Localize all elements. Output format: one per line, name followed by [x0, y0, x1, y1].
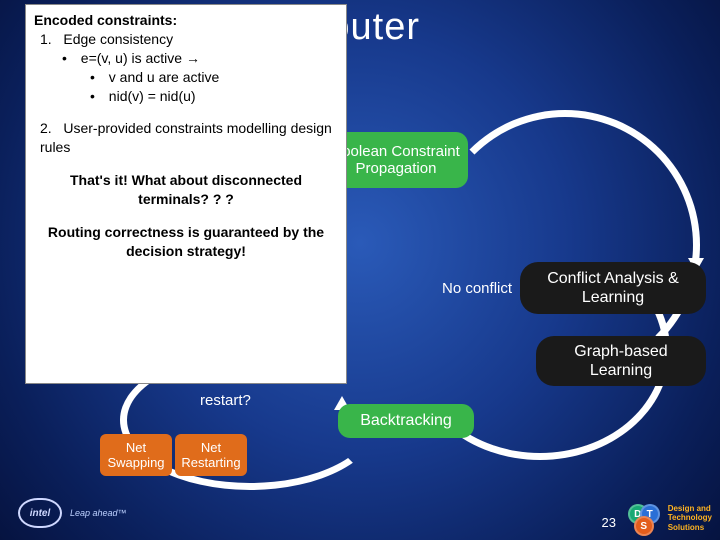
- dts-circle-s: S: [634, 516, 654, 536]
- dts-line: Technology: [668, 513, 712, 522]
- list-text: Edge consistency: [63, 31, 173, 47]
- callout-item-1a-ii: nid(v) = nid(u): [34, 87, 338, 106]
- callout-list: 1. Edge consistency e=(v, u) is active →…: [34, 30, 338, 106]
- intel-logo-icon: intel: [18, 498, 62, 528]
- footer-left: intel Leap ahead™: [18, 498, 127, 528]
- dts-line: Solutions: [668, 523, 712, 532]
- callout-header: Encoded constraints:: [34, 11, 338, 30]
- block-label: Backtracking: [360, 412, 452, 430]
- callout-list-2: 2. User-provided constraints modelling d…: [34, 119, 338, 157]
- edge-label-no-conflict: No conflict: [442, 280, 512, 297]
- list-text: v and u are active: [109, 69, 220, 85]
- callout-item-1a-i: v and u are active: [34, 68, 338, 87]
- block-label-line: Swapping: [107, 455, 164, 470]
- block-label-line: Net: [107, 440, 164, 455]
- block-label: Graph-based Learning: [548, 342, 694, 380]
- footer-right-badge: D T S Design and Technology Solutions: [628, 504, 712, 532]
- page-number: 23: [602, 515, 616, 530]
- intel-logo-text: intel: [30, 508, 51, 519]
- callout-item-2: 2. User-provided constraints modelling d…: [34, 119, 338, 157]
- edge-label-restart: restart?: [200, 392, 251, 409]
- callout-question-1: That's it! What about disconnected termi…: [34, 171, 338, 209]
- callout-question-2: Routing correctness is guaranteed by the…: [34, 223, 338, 261]
- intel-tagline: Leap ahead™: [70, 508, 127, 518]
- list-text: User-provided constraints modelling desi…: [40, 120, 332, 155]
- dts-text: Design and Technology Solutions: [668, 504, 712, 532]
- list-number: 2.: [40, 120, 52, 136]
- block-net-restarting: Net Restarting: [175, 434, 247, 476]
- arrow-icon: →: [186, 50, 200, 66]
- list-number: 1.: [40, 31, 52, 47]
- block-net-swapping: Net Swapping: [100, 434, 172, 476]
- block-label: Boolean Constraint Propagation: [332, 143, 460, 177]
- block-label-line: Restarting: [181, 455, 240, 470]
- block-conflict-analysis-learning: Conflict Analysis & Learning: [520, 262, 706, 314]
- callout-item-1: 1. Edge consistency: [34, 30, 338, 49]
- dts-logo-icon: D T S: [628, 504, 662, 532]
- callout-item-1a: e=(v, u) is active →: [34, 49, 338, 68]
- dts-line: Design and: [668, 504, 712, 513]
- block-backtracking: Backtracking: [338, 404, 474, 438]
- block-graph-based-learning: Graph-based Learning: [536, 336, 706, 386]
- list-text: e=(v, u) is active: [81, 50, 182, 66]
- list-text: nid(v) = nid(u): [109, 88, 196, 104]
- block-label-line: Net: [181, 440, 240, 455]
- constraints-callout: Encoded constraints: 1. Edge consistency…: [25, 4, 347, 384]
- block-label: Conflict Analysis & Learning: [532, 269, 694, 307]
